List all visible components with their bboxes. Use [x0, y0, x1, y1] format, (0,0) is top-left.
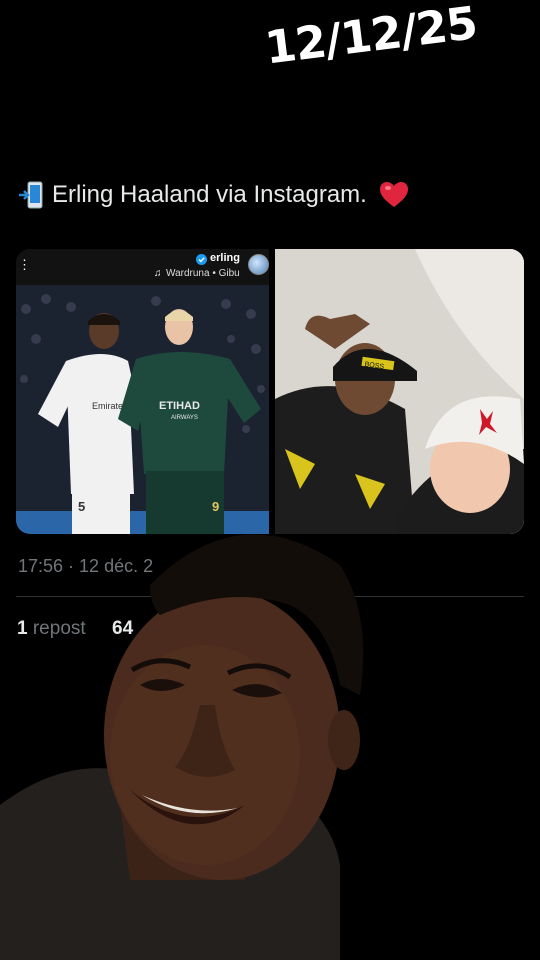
instagram-post-header: ⋮ erling ♫ Wardruna • Gibu: [16, 249, 269, 285]
music-note-icon: ♫: [154, 268, 162, 279]
tweet-media-grid[interactable]: 5 Emirates ETIHAD AIRWAYS 9 ⋮ erling ♫ W…: [16, 249, 524, 534]
selfie-photo: BOSS: [275, 249, 524, 534]
sponsor-right-sub: AIRWAYS: [171, 415, 198, 421]
instagram-avatar: [248, 254, 269, 275]
instagram-username: erling: [210, 252, 240, 264]
date-overlay: 12/12/25: [262, 0, 480, 75]
tweet-text: Erling Haaland via Instagram.: [18, 180, 409, 210]
red-heart-icon: [379, 182, 408, 207]
sponsor-right: ETIHAD: [159, 400, 200, 412]
more-options-icon: ⋮: [18, 257, 31, 272]
media-image-instagram-post[interactable]: 5 Emirates ETIHAD AIRWAYS 9 ⋮ erling ♫ W…: [16, 249, 269, 534]
verified-badge-icon: [196, 254, 207, 265]
mobile-phone-arrow-icon: [19, 181, 43, 209]
tweet-text-content: Erling Haaland via Instagram.: [52, 181, 367, 208]
media-image-selfie[interactable]: BOSS: [275, 249, 524, 534]
football-players-photo: 5 Emirates ETIHAD AIRWAYS 9: [16, 285, 269, 534]
reactor-person-overlay: [0, 534, 364, 960]
instagram-music-label: Wardruna • Gibu: [166, 268, 240, 279]
